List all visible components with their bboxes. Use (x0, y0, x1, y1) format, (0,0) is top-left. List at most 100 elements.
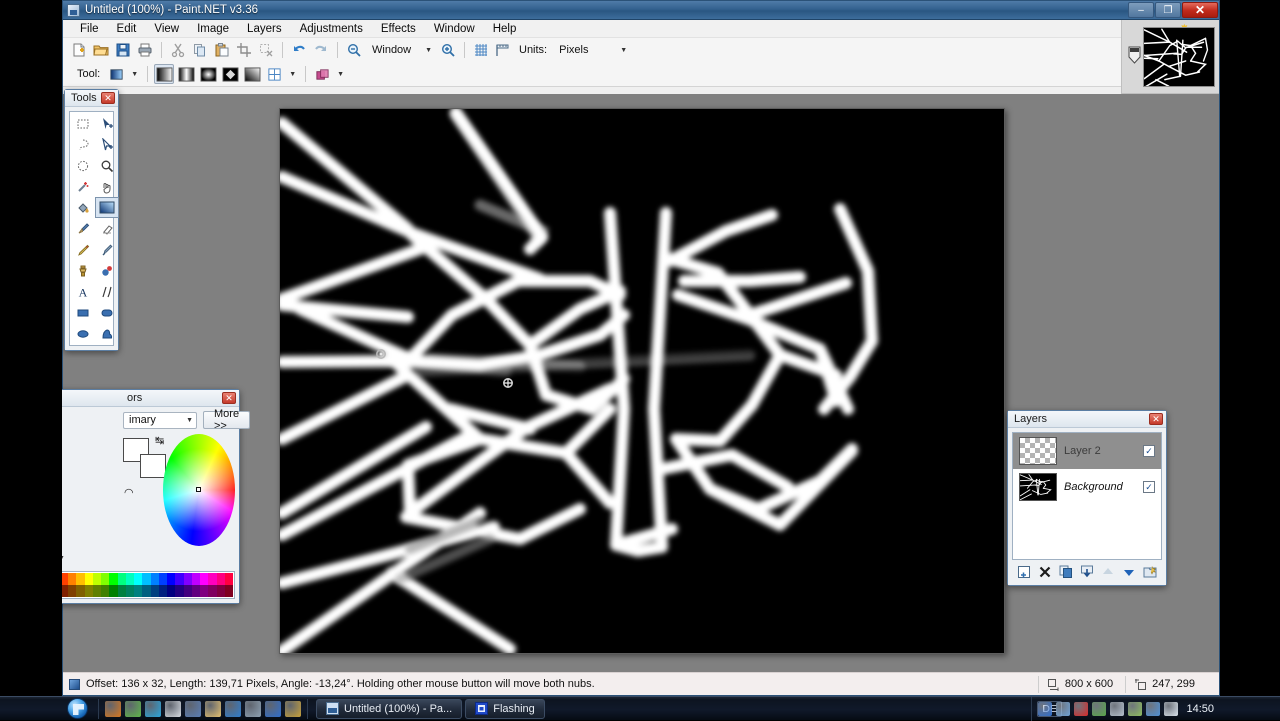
layer-properties-icon[interactable] (1143, 565, 1157, 579)
palette-swatch-dark-4[interactable] (68, 585, 77, 597)
tool-text[interactable]: A (71, 281, 95, 302)
palette-swatch-dark-5[interactable] (76, 585, 85, 597)
move-layer-down-icon[interactable] (1122, 565, 1136, 579)
tool-line-curve[interactable] (95, 281, 119, 302)
grid-icon[interactable] (471, 40, 491, 60)
secondary-color-swatch[interactable] (140, 454, 166, 478)
menu-image[interactable]: Image (188, 20, 238, 38)
start-button[interactable] (62, 698, 92, 720)
zoom-combo[interactable]: Window ▼ (366, 41, 436, 59)
taskbar-clock[interactable]: 14:50 (1186, 703, 1214, 715)
menu-edit[interactable]: Edit (108, 20, 146, 38)
taskbar-button-paintnet[interactable]: Untitled (100%) - Pa... (316, 698, 463, 719)
palette-swatch-dark-22[interactable] (216, 585, 225, 597)
gradient-linear-icon[interactable] (154, 64, 175, 84)
palette-swatch-bright-19[interactable] (191, 573, 200, 585)
palette-swatch-bright-10[interactable] (117, 573, 126, 585)
tool-dropdown-caret-icon[interactable]: ▼ (128, 71, 141, 78)
move-layer-up-icon[interactable] (1101, 565, 1115, 579)
image-canvas[interactable] (279, 108, 1005, 654)
tool-paintbrush[interactable] (71, 218, 95, 239)
pin-icon[interactable] (1128, 46, 1141, 64)
close-icon[interactable]: ✕ (101, 92, 115, 104)
palette-swatch-dark-12[interactable] (134, 585, 143, 597)
layer-item-background[interactable]: Background ✓ (1013, 469, 1161, 505)
color-mode-combo[interactable]: imary ▼ (123, 411, 197, 429)
gradient-diamond-icon[interactable] (220, 64, 240, 84)
palette-swatch-dark-19[interactable] (191, 585, 200, 597)
antivirus-icon[interactable] (125, 700, 141, 717)
palette-swatch-bright-7[interactable] (92, 573, 101, 585)
palette-swatch-dark-11[interactable] (125, 585, 134, 597)
tool-rectangle[interactable] (71, 302, 95, 323)
channel-dropdown-caret-icon[interactable]: ▼ (286, 71, 299, 78)
zoom-out-icon[interactable] (344, 40, 364, 60)
menu-effects[interactable]: Effects (372, 20, 425, 38)
menu-view[interactable]: View (145, 20, 188, 38)
gradient-conical-icon[interactable] (242, 64, 262, 84)
print-icon[interactable] (135, 40, 155, 60)
palette-swatch-dark-23[interactable] (224, 585, 233, 597)
tool-ellipse-select[interactable] (71, 155, 95, 176)
tray-monitor-icon[interactable] (1110, 702, 1125, 716)
tray-volume-icon[interactable] (1164, 702, 1179, 716)
tools-palette[interactable]: Tools ✕ A (64, 89, 119, 351)
crop-icon[interactable] (234, 40, 254, 60)
skype-icon[interactable] (145, 700, 161, 717)
redo-icon[interactable] (311, 40, 331, 60)
palette-swatch-bright-20[interactable] (200, 573, 209, 585)
reset-colors-icon[interactable]: ◠ (124, 486, 134, 499)
palette-swatch-bright-13[interactable] (142, 573, 151, 585)
taskbar-button-flashing[interactable]: Flashing (465, 698, 545, 719)
copy-icon[interactable] (190, 40, 210, 60)
palette-swatch-bright-23[interactable] (224, 573, 233, 585)
tray-avira-icon[interactable] (1074, 702, 1089, 716)
tool-pan[interactable] (95, 176, 119, 197)
palette-swatch-bright-15[interactable] (158, 573, 167, 585)
layer-visibility-checkbox[interactable]: ✓ (1143, 481, 1155, 493)
tool-move-selection[interactable] (95, 134, 119, 155)
more-button[interactable]: More >> (203, 408, 251, 432)
palette-swatch-bright-5[interactable] (76, 573, 85, 585)
blend-mode-icon[interactable] (312, 64, 332, 84)
tool-gradient[interactable] (95, 197, 119, 218)
tool-pencil[interactable] (71, 239, 95, 260)
utorrent-icon[interactable] (165, 700, 181, 717)
game-icon[interactable] (285, 700, 301, 717)
palette-swatch-dark-16[interactable] (167, 585, 176, 597)
blend-dropdown-caret-icon[interactable]: ▼ (334, 71, 347, 78)
palette-swatch-bright-9[interactable] (109, 573, 118, 585)
close-button[interactable]: ✕ (1182, 2, 1218, 18)
tool-zoom[interactable] (95, 155, 119, 176)
tool-color-picker[interactable] (95, 239, 119, 260)
save-icon[interactable] (113, 40, 133, 60)
menu-help[interactable]: Help (484, 20, 526, 38)
palette-swatch-dark-15[interactable] (158, 585, 167, 597)
palette-swatch-dark-20[interactable] (200, 585, 209, 597)
palette-swatch-bright-21[interactable] (208, 573, 217, 585)
explorer-icon[interactable] (205, 700, 221, 717)
firefox-icon[interactable] (105, 700, 121, 717)
restore-button[interactable]: ❐ (1155, 2, 1181, 18)
undo-icon[interactable] (289, 40, 309, 60)
menu-adjustments[interactable]: Adjustments (291, 20, 372, 38)
palette-swatch-dark-13[interactable] (142, 585, 151, 597)
tool-rounded-rectangle[interactable] (95, 302, 119, 323)
tool-magic-wand[interactable] (71, 176, 95, 197)
tool-clone-stamp[interactable] (71, 260, 95, 281)
image-thumbnail-strip[interactable]: ✸ (1121, 20, 1219, 94)
gradient-tool-icon[interactable] (106, 64, 126, 84)
palette-swatch-bright-12[interactable] (134, 573, 143, 585)
paintnet-icon[interactable] (265, 700, 281, 717)
gradient-radial-icon[interactable] (198, 64, 218, 84)
palette-swatch-bright-18[interactable] (183, 573, 192, 585)
tray-network-icon[interactable] (1128, 702, 1143, 716)
gradient-channel-icon[interactable] (264, 64, 284, 84)
palette-swatch-dark-7[interactable] (92, 585, 101, 597)
tool-freeform-shape[interactable] (95, 323, 119, 344)
palette-swatch-bright-4[interactable] (68, 573, 77, 585)
color-wheel[interactable] (162, 434, 235, 546)
minimize-button[interactable]: – (1128, 2, 1154, 18)
palette-swatch-dark-14[interactable] (150, 585, 159, 597)
palette-swatch-dark-8[interactable] (101, 585, 110, 597)
